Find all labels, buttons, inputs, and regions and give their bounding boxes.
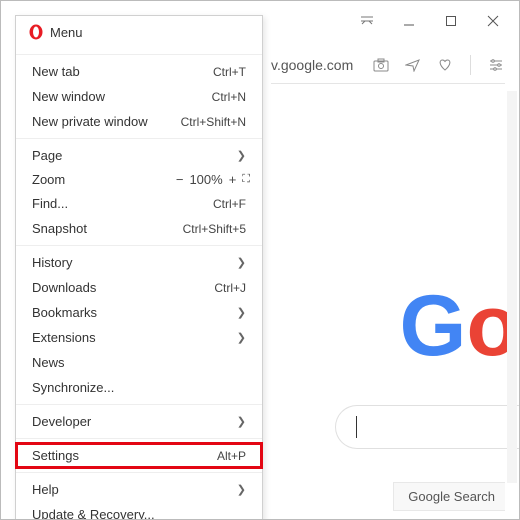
menu-item-accel: Ctrl+N bbox=[212, 90, 246, 104]
tabs-overview-icon[interactable] bbox=[357, 11, 377, 31]
search-input[interactable] bbox=[335, 405, 519, 449]
menu-title: Menu bbox=[50, 25, 83, 40]
logo-letter: G bbox=[400, 277, 467, 376]
url-text[interactable]: v.google.com bbox=[271, 57, 358, 73]
google-search-button[interactable]: Google Search bbox=[393, 482, 505, 511]
zoom-value: 100% bbox=[189, 172, 222, 187]
menu-item-settings[interactable]: Settings Alt+P bbox=[16, 443, 262, 468]
menu-separator bbox=[16, 54, 262, 55]
menu-item-label: Developer bbox=[32, 414, 229, 429]
menu-separator bbox=[16, 138, 262, 139]
menu-item-history[interactable]: History ❯ bbox=[16, 250, 262, 275]
zoom-in-icon[interactable]: + bbox=[229, 172, 237, 187]
snapshot-icon[interactable] bbox=[372, 56, 390, 74]
menu-item-find[interactable]: Find... Ctrl+F bbox=[16, 191, 262, 216]
menu-header: Menu bbox=[16, 16, 262, 50]
menu-item-label: New tab bbox=[32, 64, 213, 79]
menu-item-label: Update & Recovery... bbox=[32, 507, 246, 520]
menu-item-synchronize[interactable]: Synchronize... bbox=[16, 375, 262, 400]
chevron-right-icon: ❯ bbox=[237, 256, 246, 269]
menu-item-label: Downloads bbox=[32, 280, 214, 295]
heart-icon[interactable] bbox=[436, 56, 454, 74]
divider bbox=[470, 55, 471, 75]
settings-sliders-icon[interactable] bbox=[487, 56, 505, 74]
menu-item-accel: Ctrl+J bbox=[214, 281, 246, 295]
menu-separator bbox=[16, 404, 262, 405]
chevron-right-icon: ❯ bbox=[237, 306, 246, 319]
page-content: Go bbox=[271, 91, 519, 519]
vertical-scrollbar[interactable] bbox=[507, 91, 517, 483]
menu-item-extensions[interactable]: Extensions ❯ bbox=[16, 325, 262, 350]
menu-item-accel: Alt+P bbox=[217, 449, 246, 463]
chevron-right-icon: ❯ bbox=[237, 331, 246, 344]
menu-item-label: History bbox=[32, 255, 229, 270]
menu-item-help[interactable]: Help ❯ bbox=[16, 477, 262, 502]
menu-item-label: Bookmarks bbox=[32, 305, 229, 320]
menu-item-downloads[interactable]: Downloads Ctrl+J bbox=[16, 275, 262, 300]
menu-item-label: Extensions bbox=[32, 330, 229, 345]
menu-item-accel: Ctrl+T bbox=[213, 65, 246, 79]
text-caret bbox=[356, 416, 357, 438]
menu-separator bbox=[16, 472, 262, 473]
menu-item-label: Page bbox=[32, 148, 229, 163]
chevron-right-icon: ❯ bbox=[237, 483, 246, 496]
menu-item-accel: Ctrl+F bbox=[213, 197, 246, 211]
menu-item-new-window[interactable]: New window Ctrl+N bbox=[16, 84, 262, 109]
menu-item-news[interactable]: News bbox=[16, 350, 262, 375]
google-logo: Go bbox=[400, 277, 519, 376]
chevron-right-icon: ❯ bbox=[237, 149, 246, 162]
menu-item-bookmarks[interactable]: Bookmarks ❯ bbox=[16, 300, 262, 325]
maximize-button[interactable] bbox=[441, 11, 461, 31]
menu-item-zoom[interactable]: Zoom − 100% + ⛶ bbox=[16, 168, 262, 191]
menu-item-label: Find... bbox=[32, 196, 213, 211]
menu-separator bbox=[16, 438, 262, 439]
fullscreen-icon[interactable]: ⛶ bbox=[242, 173, 250, 186]
chevron-right-icon: ❯ bbox=[237, 415, 246, 428]
menu-item-developer[interactable]: Developer ❯ bbox=[16, 409, 262, 434]
menu-item-snapshot[interactable]: Snapshot Ctrl+Shift+5 bbox=[16, 216, 262, 241]
button-label: Google Search bbox=[408, 489, 495, 504]
opera-logo-icon bbox=[28, 24, 44, 40]
menu-item-new-private[interactable]: New private window Ctrl+Shift+N bbox=[16, 109, 262, 134]
close-button[interactable] bbox=[483, 11, 503, 31]
address-bar: v.google.com bbox=[271, 49, 519, 81]
menu-separator bbox=[16, 245, 262, 246]
menu-item-label: News bbox=[32, 355, 246, 370]
menu-item-accel: Ctrl+Shift+N bbox=[181, 115, 246, 129]
menu-item-update[interactable]: Update & Recovery... bbox=[16, 502, 262, 520]
menu-item-label: New private window bbox=[32, 114, 181, 129]
menu-item-label: Settings bbox=[32, 448, 217, 463]
menu-item-label: Synchronize... bbox=[32, 380, 246, 395]
menu-item-label: New window bbox=[32, 89, 212, 104]
menu-item-label: Help bbox=[32, 482, 229, 497]
toolbar-divider bbox=[271, 83, 505, 84]
zoom-controls: − 100% + ⛶ bbox=[176, 172, 250, 187]
menu-item-new-tab[interactable]: New tab Ctrl+T bbox=[16, 59, 262, 84]
menu-item-label: Snapshot bbox=[32, 221, 183, 236]
minimize-button[interactable] bbox=[399, 11, 419, 31]
zoom-out-icon[interactable]: − bbox=[176, 172, 184, 187]
menu-item-label: Zoom bbox=[32, 172, 170, 187]
app-window: v.google.com Menu New tab Ctrl+T New win… bbox=[0, 0, 520, 520]
send-icon[interactable] bbox=[404, 56, 422, 74]
menu-item-accel: Ctrl+Shift+5 bbox=[183, 222, 246, 236]
menu-item-page[interactable]: Page ❯ bbox=[16, 143, 262, 168]
main-menu: Menu New tab Ctrl+T New window Ctrl+N Ne… bbox=[15, 15, 263, 520]
